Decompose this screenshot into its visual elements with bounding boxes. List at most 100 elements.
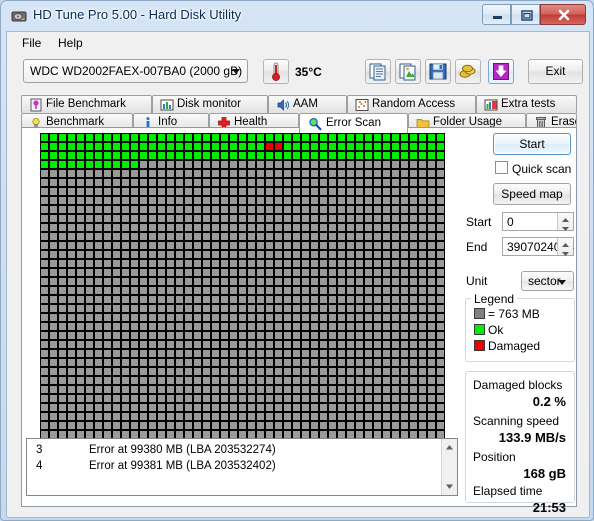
scan-block (320, 161, 327, 168)
scan-block (68, 197, 75, 204)
scan-block (50, 323, 57, 330)
scan-block (185, 233, 192, 240)
scan-block (221, 143, 228, 150)
scan-block (311, 224, 318, 231)
scan-block (239, 368, 246, 375)
scroll-down-icon[interactable] (442, 479, 457, 494)
scan-block (392, 278, 399, 285)
scan-block (374, 314, 381, 321)
close-button[interactable] (540, 4, 586, 25)
scan-block (257, 278, 264, 285)
scan-block (347, 368, 354, 375)
scan-block (275, 188, 282, 195)
scan-block (311, 332, 318, 339)
scan-block (185, 359, 192, 366)
scan-block (203, 422, 210, 429)
scan-block (167, 422, 174, 429)
end-input[interactable]: 3907024064 (502, 237, 574, 256)
scan-block (428, 377, 435, 384)
quick-scan-checkbox[interactable]: Quick scan (495, 161, 571, 176)
scan-block (275, 242, 282, 249)
drive-select[interactable]: WDC WD2002FAEX-007BA0 (2000 gB) (23, 59, 248, 83)
scan-block (41, 188, 48, 195)
scan-block (140, 134, 147, 141)
scan-block (149, 341, 156, 348)
menu-file[interactable]: File (15, 35, 48, 51)
scan-block (77, 206, 84, 213)
scan-block (284, 296, 291, 303)
spinner-down-icon[interactable] (558, 247, 573, 256)
scan-block (194, 260, 201, 267)
start-input[interactable]: 0 (502, 212, 574, 231)
menu-help[interactable]: Help (51, 35, 90, 51)
scan-block (86, 350, 93, 357)
scan-block (275, 323, 282, 330)
copy-text-button[interactable] (365, 59, 391, 84)
minimize-button[interactable] (482, 4, 511, 25)
scan-block (203, 296, 210, 303)
exit-button[interactable]: Exit (528, 59, 583, 84)
scan-block (437, 134, 444, 141)
tab-disk-monitor[interactable]: Disk monitor (152, 95, 268, 113)
error-list-scrollbar[interactable] (441, 439, 457, 495)
scan-block (230, 206, 237, 213)
maximize-button[interactable] (511, 4, 540, 25)
scan-map[interactable] (22, 128, 462, 439)
download-button[interactable] (488, 59, 514, 84)
scan-block (347, 332, 354, 339)
scan-block (347, 287, 354, 294)
scan-block (347, 134, 354, 141)
scan-block (167, 341, 174, 348)
speed-map-button[interactable]: Speed map (493, 183, 571, 205)
scan-block (167, 251, 174, 258)
tab-aam[interactable]: AAM (268, 95, 347, 113)
start-button[interactable]: Start (493, 133, 571, 155)
scan-block (320, 332, 327, 339)
scan-block (329, 287, 336, 294)
temperature-button[interactable] (263, 59, 289, 84)
end-spinner[interactable] (557, 238, 573, 256)
unit-select[interactable]: sector (521, 271, 574, 291)
scan-block (221, 206, 228, 213)
coins-button[interactable] (455, 59, 481, 84)
tab-extra-tests-label: Extra tests (501, 98, 556, 110)
scan-block (338, 368, 345, 375)
tab-extra-tests[interactable]: Extra tests (476, 95, 577, 113)
spinner-up-icon[interactable] (558, 238, 573, 247)
scan-block (302, 179, 309, 186)
scan-block (86, 395, 93, 402)
scan-block (410, 170, 417, 177)
scan-block (374, 242, 381, 249)
tab-file-benchmark[interactable]: File Benchmark (21, 95, 152, 113)
scan-block (230, 242, 237, 249)
tab-random-access[interactable]: Random Access (347, 95, 476, 113)
scroll-up-icon[interactable] (442, 440, 457, 455)
scan-block (230, 359, 237, 366)
scan-block (77, 296, 84, 303)
scan-grid[interactable] (40, 133, 445, 439)
save-button[interactable] (425, 59, 451, 84)
scan-block (77, 134, 84, 141)
scan-block (68, 305, 75, 312)
scan-block (356, 269, 363, 276)
start-spinner[interactable] (557, 213, 573, 231)
scan-block (428, 305, 435, 312)
scan-block (410, 179, 417, 186)
error-row[interactable]: 3 Error at 99380 MB (LBA 203532274) (27, 444, 457, 460)
spinner-down-icon[interactable] (558, 222, 573, 231)
scan-block (167, 377, 174, 384)
scan-block (257, 422, 264, 429)
spinner-up-icon[interactable] (558, 213, 573, 222)
scan-block (77, 242, 84, 249)
scan-block (248, 242, 255, 249)
scan-block (266, 188, 273, 195)
scan-block (320, 350, 327, 357)
scan-block (122, 206, 129, 213)
scan-block (311, 422, 318, 429)
scan-block (176, 179, 183, 186)
tab-error-scan[interactable]: Error Scan (299, 113, 408, 133)
error-list[interactable]: 3 Error at 99380 MB (LBA 203532274) 4 Error… (26, 438, 458, 496)
scan-block (410, 224, 417, 231)
copy-image-button[interactable] (395, 59, 421, 84)
error-row[interactable]: 4 Error at 99381 MB (LBA 203532402) (27, 460, 457, 476)
